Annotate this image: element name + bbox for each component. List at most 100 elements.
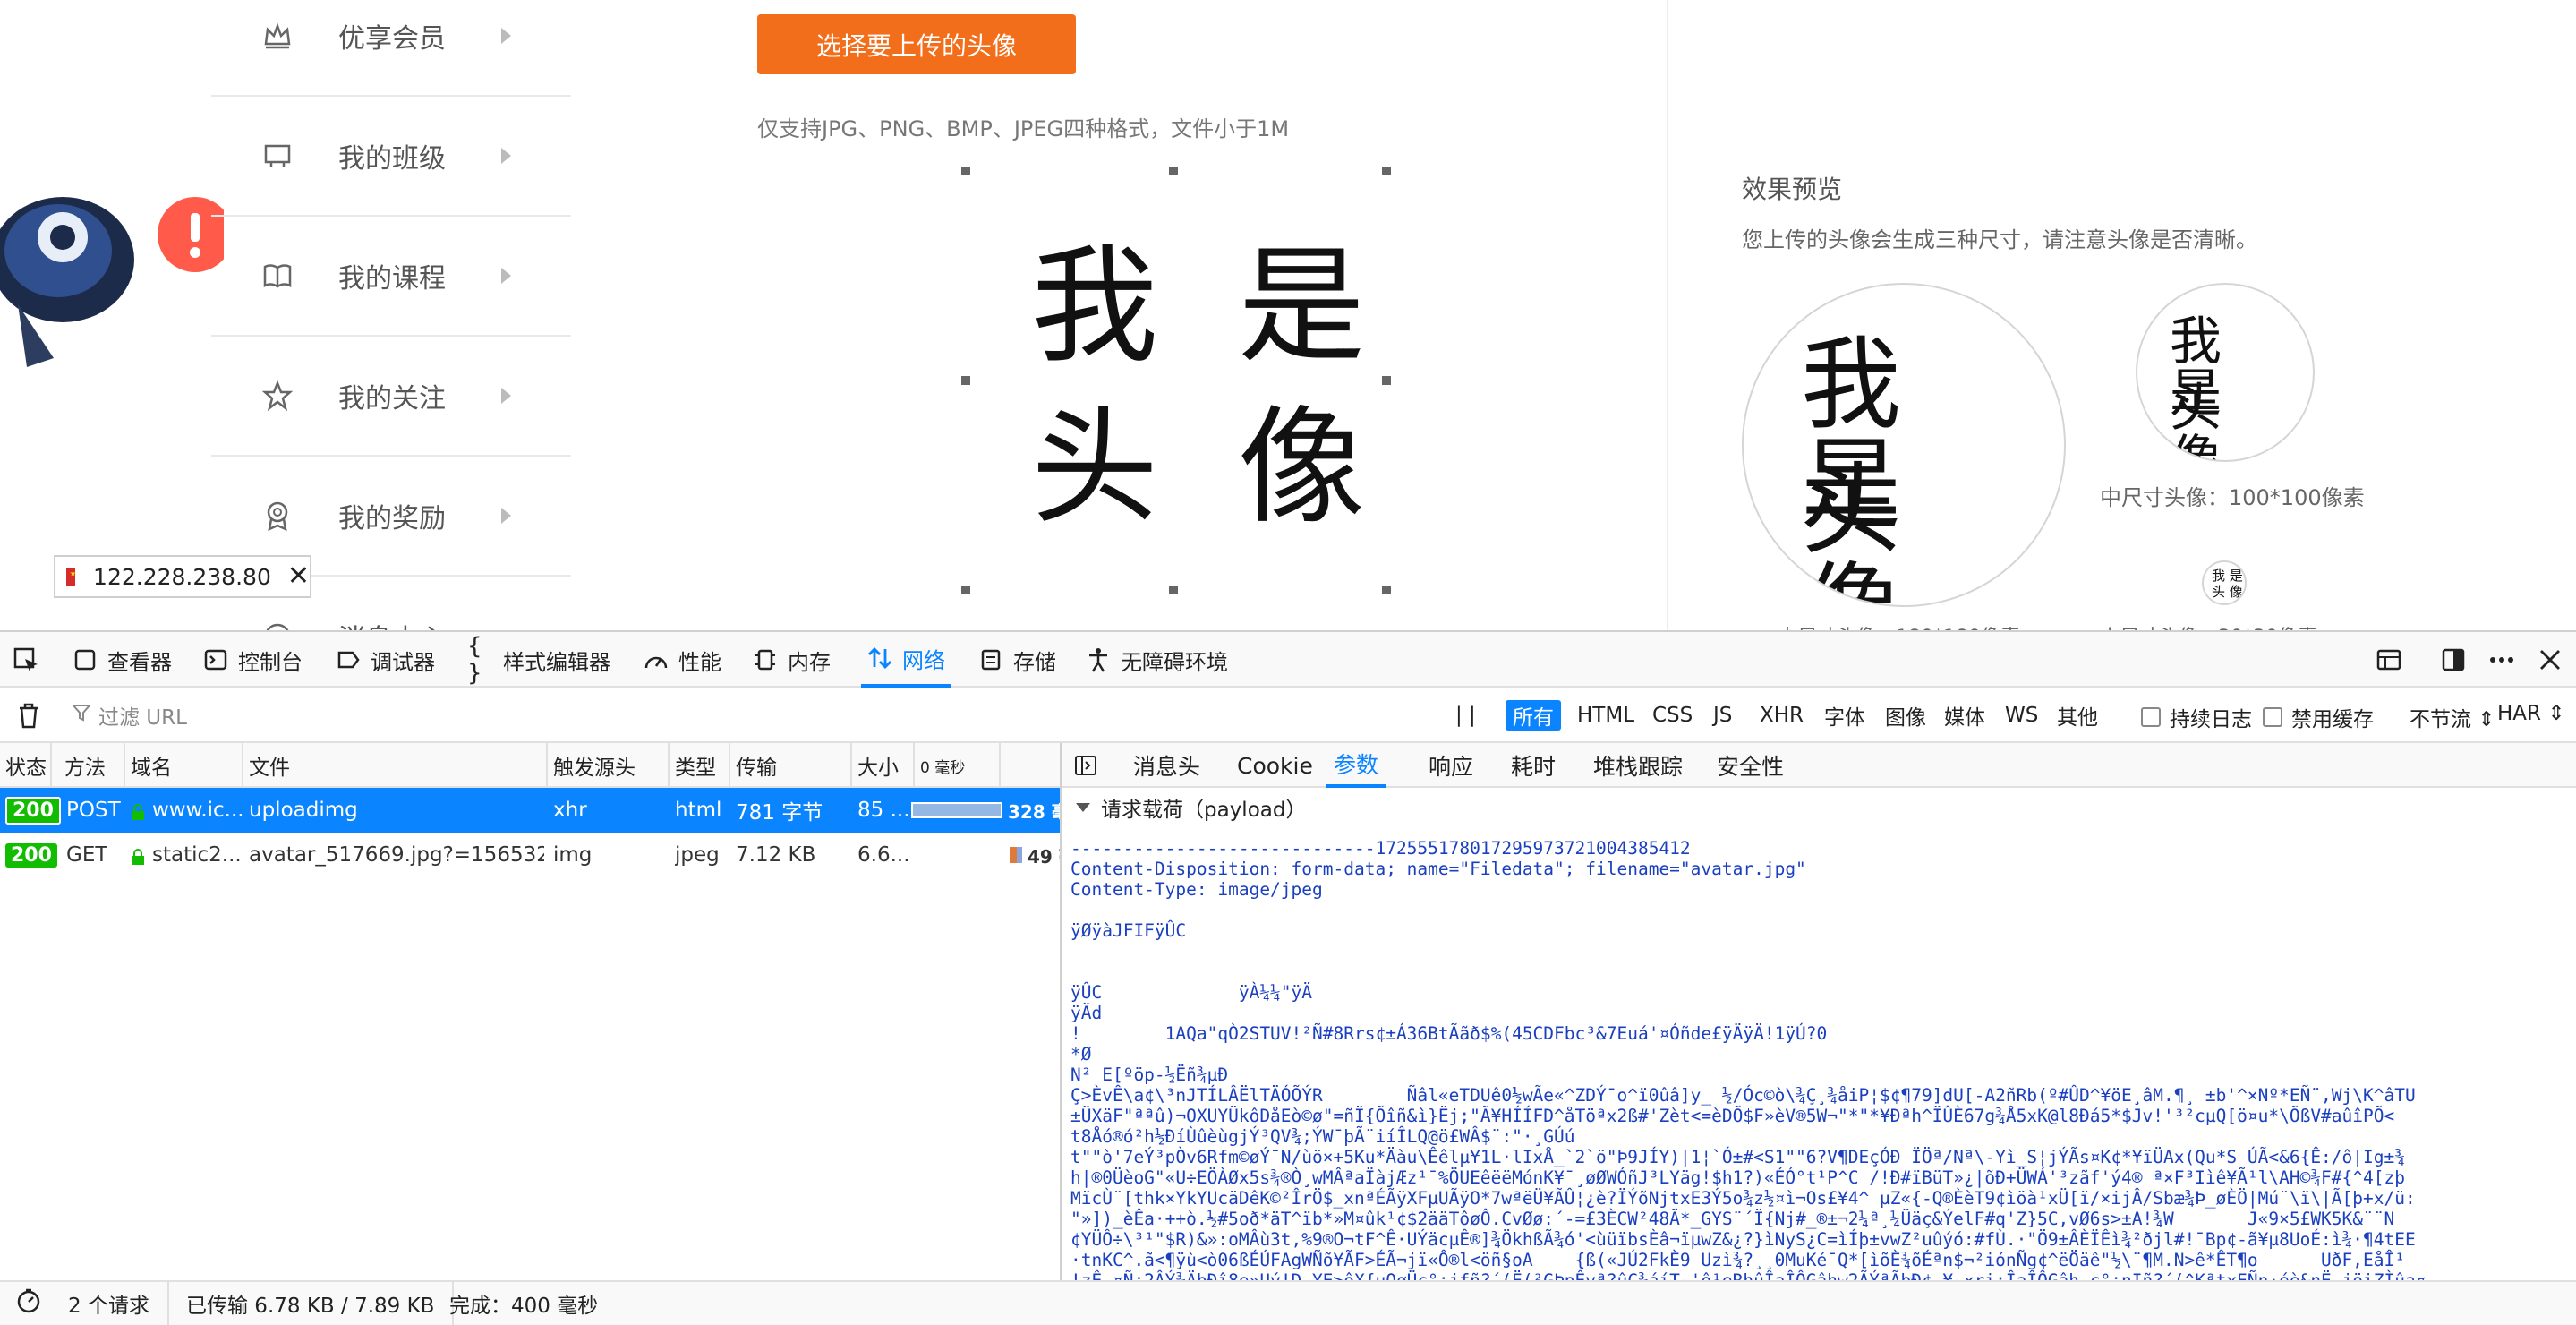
menu-item-my-courses[interactable]: 我的课程 — [211, 217, 571, 337]
har-menu[interactable]: HAR ⇕ — [2497, 702, 2565, 725]
large-size-label: 大尺寸头像：180*180像素 — [1778, 621, 2020, 630]
filter-html[interactable]: HTML — [1570, 700, 1642, 731]
menu-item-my-follows[interactable]: 我的关注 — [211, 337, 571, 457]
tab-debugger[interactable]: 调试器 — [335, 632, 435, 688]
payload-line: Content-Disposition: form-data; name="Fi… — [1070, 859, 1806, 879]
style-editor-icon: { } — [467, 633, 482, 687]
memory-icon — [752, 646, 779, 673]
payload-line: t""ò'7eÝ³pÒv6Rfm©øÝ¯N/ùö×+5Ku*Äàu\Êêlµ¥1… — [1070, 1147, 2405, 1167]
upload-format-hint: 仅支持JPG、PNG、BMP、JPEG四种格式，文件小于1M — [757, 116, 1290, 141]
trash-icon[interactable] — [16, 702, 43, 729]
filter-fonts[interactable]: 字体 — [1817, 700, 1872, 731]
detail-tab-params[interactable]: 参数 — [1326, 743, 1386, 788]
close-devtools-icon[interactable] — [2537, 646, 2563, 673]
crop-handle[interactable] — [1169, 167, 1178, 175]
filter-xhr[interactable]: XHR — [1753, 700, 1811, 731]
payload-line: ±ÜXäF"ªªû)¬OXUYÜkôDåEò©ø"=ñÏ{Õîñ&ì}Ëj;"Ã… — [1070, 1106, 2395, 1126]
payload-line: "»])_èÊa·++ò.½#5oð*äT^ïb*»M¤ûk¹¢$2ääTôøÔ… — [1070, 1209, 2395, 1229]
more-options-icon[interactable] — [2488, 646, 2515, 673]
detail-tab-timings[interactable]: 耗时 — [1511, 743, 1556, 788]
filter-css[interactable]: CSS — [1645, 700, 1700, 731]
menu-item-my-class[interactable]: 我的班级 — [211, 97, 571, 217]
filter-images[interactable]: 图像 — [1878, 700, 1933, 731]
detail-tab-security[interactable]: 安全性 — [1717, 743, 1784, 788]
file-cell: avatar_517669.jpg?=1565327... — [249, 843, 544, 867]
filter-url-input[interactable]: 过滤 URL — [71, 698, 1414, 732]
choose-avatar-button[interactable]: 选择要上传的头像 — [757, 14, 1076, 74]
console-icon — [202, 646, 229, 673]
tab-label: 查看器 — [107, 649, 172, 675]
filter-js[interactable]: JS — [1706, 700, 1739, 731]
filter-other[interactable]: 其他 — [2050, 700, 2105, 731]
status-badge: 200 — [5, 796, 61, 825]
tab-storage[interactable]: 存储 — [977, 632, 1056, 688]
crop-handle[interactable] — [961, 376, 970, 385]
column-size[interactable]: 大小 — [852, 743, 915, 788]
table-row[interactable]: 200 GET static2.... avatar_517669.jpg?=1… — [0, 833, 1060, 877]
preview-description: 您上传的头像会生成三种尺寸，请注意头像是否清晰。 — [1742, 227, 2257, 252]
crop-handle[interactable] — [1169, 586, 1178, 594]
detail-tab-response[interactable]: 响应 — [1429, 743, 1473, 788]
chevron-right-icon — [501, 508, 511, 524]
crop-handle[interactable] — [961, 167, 970, 175]
menu-item-vip[interactable]: 优享会员 — [211, 0, 571, 97]
medium-avatar-preview: 我 是 头 像 — [2136, 283, 2315, 462]
status-cell: 200 — [5, 833, 57, 877]
column-domain[interactable]: 域名 — [125, 743, 243, 788]
disable-cache-checkbox[interactable]: 禁用缓存 — [2263, 702, 2374, 732]
method-cell: POST — [66, 799, 121, 822]
tab-style-editor[interactable]: { } 样式编辑器 — [467, 632, 610, 688]
persist-log-checkbox[interactable]: 持续日志 — [2141, 702, 2252, 732]
payload-line: ·tnKC^.ã<¶ÿù<ò06ßÉÚFAgWÑõ¥ÃF>ÉÃ¬jï«Ô®l<ö… — [1070, 1250, 2405, 1270]
dock-side-icon[interactable] — [2440, 646, 2467, 673]
split-console-icon[interactable] — [2376, 646, 2402, 673]
domain-text: static2.... — [152, 843, 242, 867]
panel-splitter[interactable] — [1060, 743, 1062, 1325]
crop-handle[interactable] — [1382, 586, 1391, 594]
tab-console[interactable]: 控制台 — [202, 632, 303, 688]
column-status[interactable]: 状态 — [0, 743, 52, 788]
payload-line: h|®0ÜèoG"«U÷EÖÀØx5s¾®Ò¸wMÂªaÏàjÆz¹¯%ÖUEê… — [1070, 1167, 2405, 1188]
column-waterfall[interactable]: 0 毫秒 — [915, 743, 1001, 788]
china-flag-icon — [66, 568, 76, 586]
payload-line: ÿÛC ÿÀ¼¼"ÿÄ — [1070, 982, 1313, 1003]
detail-tab-stack-trace[interactable]: 堆栈跟踪 — [1593, 743, 1683, 788]
avatar-crop-area[interactable]: 我 是 头 像 — [961, 167, 1391, 594]
persist-log-label: 持续日志 — [2170, 708, 2252, 731]
throttling-select[interactable]: 不节流 ⇕ — [2410, 702, 2495, 732]
payload-line: ÿØÿàJFIFÿÛC — [1070, 920, 1187, 941]
tab-performance[interactable]: 性能 — [643, 632, 721, 688]
detail-tab-headers[interactable]: 消息头 — [1133, 743, 1200, 788]
tab-inspector[interactable]: 查看器 — [72, 632, 172, 688]
domain-text: www.ic... — [152, 799, 242, 822]
payload-line: Content-Type: image/jpeg — [1070, 879, 1323, 900]
tab-memory[interactable]: 内存 — [752, 632, 831, 688]
detail-tab-cookie[interactable]: Cookie — [1237, 743, 1313, 788]
column-transferred[interactable]: 传输 — [730, 743, 852, 788]
column-method[interactable]: 方法 — [59, 743, 125, 788]
crop-handle[interactable] — [961, 586, 970, 594]
close-icon[interactable]: ✕ — [287, 563, 310, 590]
payload-line: -----------------------------17255517801… — [1070, 838, 1691, 859]
filter-media[interactable]: 媒体 — [1937, 700, 1992, 731]
tab-network[interactable]: 网络 — [861, 632, 951, 688]
lock-icon — [131, 802, 145, 820]
crop-handle[interactable] — [1382, 167, 1391, 175]
toggle-sidebar-icon[interactable] — [1074, 754, 1101, 781]
small-preview-text-line1: 我 是 — [2212, 568, 2243, 584]
tab-accessibility[interactable]: 无障碍环境 — [1085, 632, 1228, 688]
star-icon — [261, 380, 294, 412]
pause-button[interactable]: | | — [1448, 700, 1483, 731]
column-cause[interactable]: 触发源头 — [548, 743, 670, 788]
payload-section-header[interactable]: 请求载荷（payload） — [1062, 788, 2576, 827]
payload-content: -----------------------------17255517801… — [1070, 838, 2576, 1296]
column-file[interactable]: 文件 — [243, 743, 548, 788]
payload-line — [1070, 941, 2576, 962]
element-picker-icon[interactable] — [13, 646, 39, 673]
filter-all[interactable]: 所有 — [1506, 700, 1561, 731]
column-type[interactable]: 类型 — [670, 743, 730, 788]
file-cell: uploadimg — [249, 799, 358, 822]
filter-ws[interactable]: WS — [1998, 700, 2045, 731]
table-row[interactable]: 200 POST www.ic... uploadimg xhr html 78… — [0, 788, 1060, 833]
menu-item-label: 我的关注 — [338, 383, 446, 415]
